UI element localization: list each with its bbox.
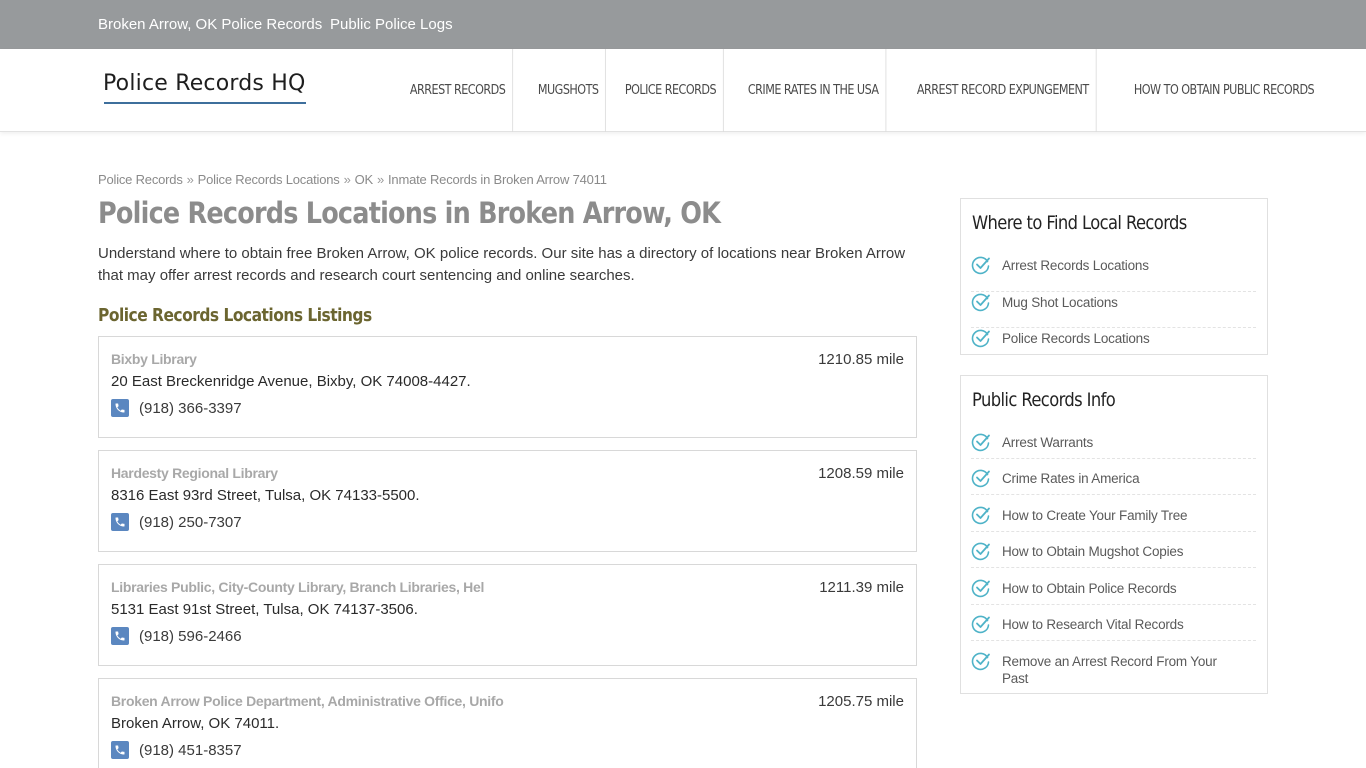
listing-card: Bixby Library 1210.85 mile 20 East Breck… xyxy=(98,336,917,438)
sidebar-item-label: Crime Rates in America xyxy=(1002,471,1140,486)
sidebar-item-label: How to Research Vital Records xyxy=(1002,617,1184,632)
sidebar-item-vital-records[interactable]: How to Research Vital Records xyxy=(971,614,1256,641)
listing-address: Broken Arrow, OK 74011. xyxy=(111,715,280,732)
breadcrumb-separator: » xyxy=(186,172,194,187)
widget-title: Public Records Info xyxy=(972,389,1116,411)
breadcrumb: Police Records» Police Records Locations»… xyxy=(98,172,607,187)
main-nav: ARREST RECORDS MUGSHOTS POLICE RECORDS C… xyxy=(403,49,1353,132)
check-circle-icon xyxy=(971,256,990,275)
listing-phone[interactable]: (918) 451-8357 xyxy=(139,742,242,759)
nav-mugshots[interactable]: MUGSHOTS xyxy=(531,49,607,132)
sidebar-item-obtain-police-records[interactable]: How to Obtain Police Records xyxy=(971,578,1256,605)
listing-name[interactable]: Bixby Library xyxy=(111,351,197,367)
listing-name[interactable]: Broken Arrow Police Department, Administ… xyxy=(111,693,504,709)
top-bar: Broken Arrow, OK Police Records Public P… xyxy=(0,0,1366,49)
check-circle-icon xyxy=(971,615,990,634)
sidebar-item-police-locations[interactable]: Police Records Locations xyxy=(971,328,1256,352)
site-logo[interactable]: Police Records HQ xyxy=(103,71,306,96)
nav-crime-rates[interactable]: CRIME RATES IN THE USA xyxy=(741,49,887,132)
check-circle-icon xyxy=(971,506,990,525)
listing-name[interactable]: Hardesty Regional Library xyxy=(111,465,278,481)
breadcrumb-separator: » xyxy=(343,172,351,187)
sidebar-item-arrest-warrants[interactable]: Arrest Warrants xyxy=(971,432,1256,459)
sidebar-item-crime-rates[interactable]: Crime Rates in America xyxy=(971,468,1256,495)
logo-underline xyxy=(104,102,306,104)
listing-phone[interactable]: (918) 596-2466 xyxy=(139,628,242,645)
breadcrumb-separator: » xyxy=(376,172,385,187)
listing-card: Broken Arrow Police Department, Administ… xyxy=(98,678,917,768)
listing-address: 8316 East 93rd Street, Tulsa, OK 74133-5… xyxy=(111,487,420,504)
listing-address: 20 East Breckenridge Avenue, Bixby, OK 7… xyxy=(111,373,471,390)
sidebar-item-family-tree[interactable]: How to Create Your Family Tree xyxy=(971,505,1256,532)
listing-phone[interactable]: (918) 366-3397 xyxy=(139,400,242,417)
sidebar-item-label: Remove an Arrest Record From Your Past xyxy=(1002,654,1217,686)
listings-title: Police Records Locations Listings xyxy=(98,305,372,326)
phone-icon xyxy=(111,741,129,759)
nav-public-records[interactable]: HOW TO OBTAIN PUBLIC RECORDS xyxy=(1127,49,1321,132)
check-circle-icon xyxy=(971,433,990,452)
listing-card: Libraries Public, City-County Library, B… xyxy=(98,564,917,666)
check-circle-icon xyxy=(971,652,990,671)
sidebar-item-arrest-locations[interactable]: Arrest Records Locations xyxy=(971,255,1256,292)
breadcrumb-current: Inmate Records in Broken Arrow 74011 xyxy=(388,172,607,187)
check-circle-icon xyxy=(971,329,990,348)
phone-icon xyxy=(111,399,129,417)
nav-expungement[interactable]: ARREST RECORD EXPUNGEMENT xyxy=(910,49,1097,132)
sidebar-item-label: Police Records Locations xyxy=(1002,331,1150,346)
listing-distance: 1205.75 mile xyxy=(818,693,904,710)
breadcrumb-police-records[interactable]: Police Records xyxy=(98,172,183,187)
listing-distance: 1210.85 mile xyxy=(818,351,904,368)
phone-icon xyxy=(111,627,129,645)
listing-address: 5131 East 91st Street, Tulsa, OK 74137-3… xyxy=(111,601,418,618)
listing-distance: 1211.39 mile xyxy=(819,579,904,596)
widget-public-records-info: Public Records Info Arrest Warrants Crim… xyxy=(960,375,1268,694)
listing-name[interactable]: Libraries Public, City-County Library, B… xyxy=(111,579,484,595)
sidebar-item-label: Mug Shot Locations xyxy=(1002,295,1118,310)
sidebar-item-mugshot-locations[interactable]: Mug Shot Locations xyxy=(971,292,1256,328)
widget-local-records: Where to Find Local Records Arrest Recor… xyxy=(960,198,1268,355)
widget-title: Where to Find Local Records xyxy=(972,212,1187,234)
topbar-link-police-records[interactable]: Broken Arrow, OK Police Records xyxy=(98,16,322,33)
check-circle-icon xyxy=(971,293,990,312)
nav-arrest-records[interactable]: ARREST RECORDS xyxy=(403,49,514,132)
listing-distance: 1208.59 mile xyxy=(818,465,904,482)
page-title: Police Records Locations in Broken Arrow… xyxy=(98,196,721,230)
intro-text: Understand where to obtain free Broken A… xyxy=(98,245,906,284)
topbar-link-police-logs[interactable]: Public Police Logs xyxy=(330,16,453,33)
listing-card: Hardesty Regional Library 1208.59 mile 8… xyxy=(98,450,917,552)
sidebar-item-remove-arrest-record[interactable]: Remove an Arrest Record From Your Past xyxy=(971,651,1256,689)
breadcrumb-locations[interactable]: Police Records Locations xyxy=(198,172,340,187)
breadcrumb-ok[interactable]: OK xyxy=(355,172,374,187)
site-header: Police Records HQ ARREST RECORDS MUGSHOT… xyxy=(0,49,1366,132)
sidebar-item-label: How to Create Your Family Tree xyxy=(1002,508,1188,523)
listing-phone[interactable]: (918) 250-7307 xyxy=(139,514,242,531)
sidebar-item-label: How to Obtain Police Records xyxy=(1002,581,1177,596)
check-circle-icon xyxy=(971,469,990,488)
sidebar-item-label: Arrest Records Locations xyxy=(1002,258,1149,273)
sidebar-item-label: Arrest Warrants xyxy=(1002,435,1094,450)
sidebar-item-label: How to Obtain Mugshot Copies xyxy=(1002,544,1184,559)
nav-police-records[interactable]: POLICE RECORDS xyxy=(618,49,725,132)
sidebar-item-mugshot-copies[interactable]: How to Obtain Mugshot Copies xyxy=(971,541,1256,568)
check-circle-icon xyxy=(971,542,990,561)
check-circle-icon xyxy=(971,579,990,598)
phone-icon xyxy=(111,513,129,531)
